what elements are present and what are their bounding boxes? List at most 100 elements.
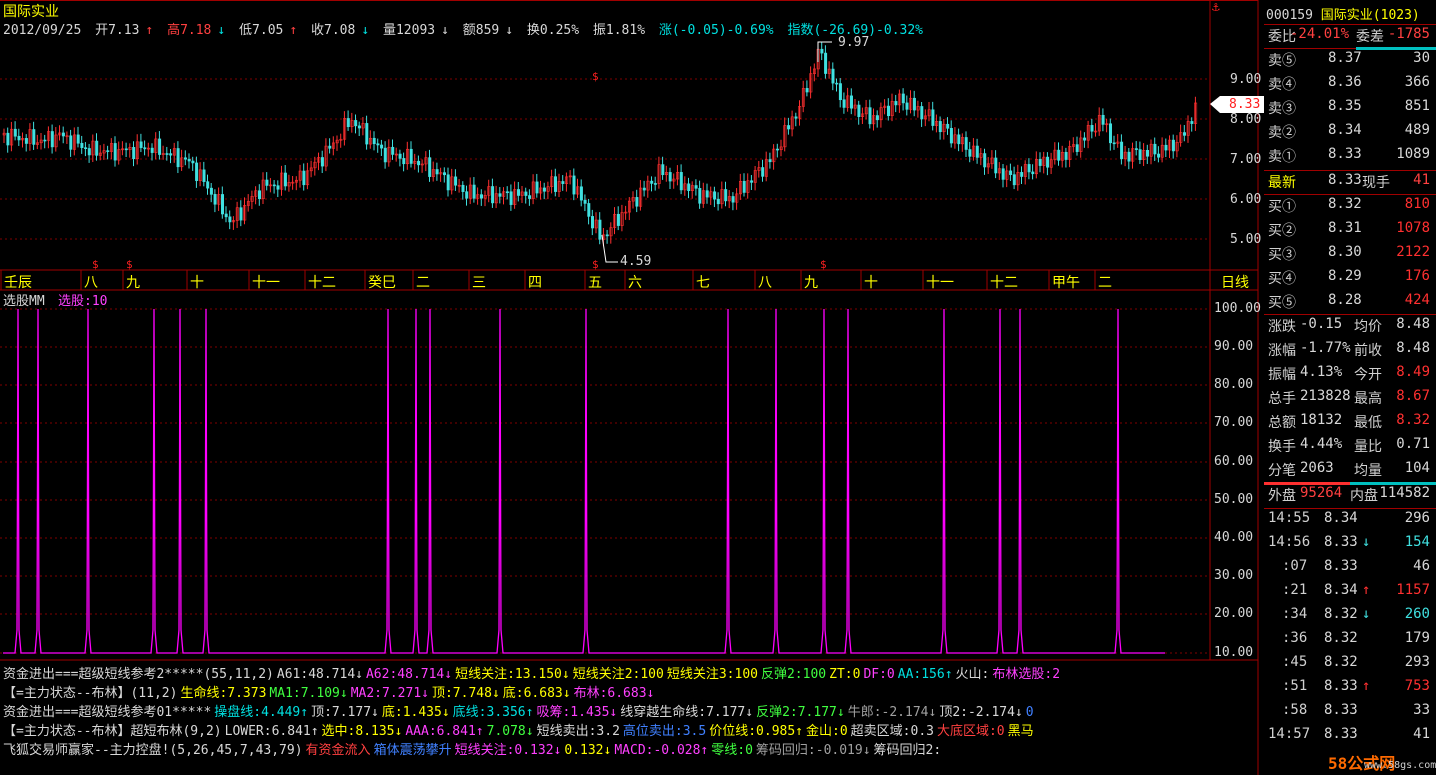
candle-body [668, 172, 672, 182]
formula-item: 顶2:-2.174↓ [939, 705, 1023, 720]
month-label: 十二 [990, 275, 1018, 291]
candle-body [1046, 156, 1050, 168]
order-volume: 2122 [1396, 244, 1430, 260]
stat-row: 总额 18132 最低 8.32 [1264, 412, 1436, 436]
candle-body [516, 189, 520, 196]
candle-body [931, 109, 935, 126]
candle-body [428, 157, 432, 177]
candlestick-series [2, 42, 1198, 247]
candle-body [169, 153, 173, 156]
tick-volume: 41 [1413, 726, 1430, 742]
stat-row: 涨跌 -0.15 均价 8.48 [1264, 316, 1436, 340]
formula-item: 【=主力状态--布林】(11,2) [3, 686, 178, 701]
candle-body [1134, 148, 1138, 150]
candle-body [1057, 149, 1061, 161]
latest-label: 最新 [1268, 175, 1296, 191]
order-label: 买⑤ [1268, 295, 1296, 311]
order-label: 买④ [1268, 271, 1296, 287]
tick-time: :58 [1282, 702, 1308, 718]
tick-row: :36 8.32 179 [1264, 630, 1436, 654]
order-price: 8.32 [1328, 196, 1362, 212]
candle-body [842, 99, 846, 108]
candle-body [835, 82, 839, 85]
candle-body [1127, 151, 1131, 162]
candle-body [1146, 149, 1150, 157]
tick-price: 8.33 [1324, 534, 1358, 550]
candle-body [276, 185, 280, 190]
order-price: 8.37 [1328, 50, 1362, 66]
candle-body [1101, 114, 1105, 125]
candle-body [1120, 141, 1124, 160]
indicator-value: 选股:10 [58, 294, 108, 309]
candle-body [849, 95, 853, 109]
candle-body [80, 142, 84, 149]
candle-body [1012, 174, 1016, 186]
candle-body [650, 180, 654, 184]
tick-time: :21 [1282, 582, 1308, 598]
stat-label: 最低 [1354, 415, 1382, 431]
candle-body [716, 198, 720, 205]
candle-body [905, 102, 909, 110]
tick-row: :58 8.33 33 [1264, 702, 1436, 726]
month-label: 二 [416, 275, 430, 291]
stat-label: 今开 [1354, 367, 1382, 383]
candle-body [583, 199, 587, 204]
candle-body [328, 145, 332, 149]
candle-body [794, 116, 798, 119]
order-label: 买③ [1268, 247, 1296, 263]
month-label: 八 [84, 275, 98, 291]
hand-value: 41 [1413, 172, 1430, 188]
indicator-axis-label: 80.00 [1214, 377, 1254, 392]
candle-body [257, 190, 261, 199]
formula-item: 底:6.683↓ [502, 686, 571, 701]
marker-icon: $ [92, 258, 99, 271]
formula-item: 价位线:0.985↑ [709, 724, 804, 739]
candle-body [687, 183, 691, 191]
candle-body [1138, 149, 1142, 160]
stat-label: 分笔 [1268, 463, 1296, 479]
stat-label: 前收 [1354, 343, 1382, 359]
candle-body [1090, 125, 1094, 132]
order-row: 买③ 8.30 2122 [1264, 244, 1436, 268]
period-label[interactable]: 日线 [1221, 272, 1249, 292]
chart-area[interactable]: $ $ $ $ $ ⚓ [0, 0, 1264, 775]
formula-item: 0 [1025, 705, 1034, 720]
tick-arrow-icon: ↑ [1362, 582, 1371, 598]
order-label: 卖① [1268, 149, 1296, 165]
formula-item: 反弹2:100 [760, 667, 827, 682]
candle-body [1009, 170, 1013, 175]
candle-body [372, 137, 376, 145]
order-volume: 424 [1404, 292, 1430, 308]
candle-body [150, 147, 154, 153]
low-label: 4.59 [620, 254, 652, 269]
candle-body [84, 147, 88, 150]
marker-icon: $ [592, 258, 599, 271]
tick-row: :45 8.32 293 [1264, 654, 1436, 678]
indicator-axis-label: 60.00 [1214, 454, 1254, 469]
candle-body [206, 181, 210, 189]
candle-body [535, 181, 539, 194]
candle-body [143, 147, 147, 150]
stat-value: 18132 [1300, 412, 1343, 428]
stock-name: 国际实业(1023) [1320, 8, 1420, 23]
candle-body [731, 196, 735, 203]
indicator-line [3, 308, 1165, 654]
candle-body [24, 138, 28, 144]
candle-body [561, 181, 565, 184]
formula-item: 资金进出===超级短线参考2*****(55,11,2) [3, 667, 274, 682]
formula-item: 布林:6.683↓ [573, 686, 655, 701]
formula-item: 短线关注:0.132↓ [454, 743, 562, 758]
month-label: 八 [758, 275, 772, 291]
candle-body [402, 158, 406, 165]
marker-icon: $ [126, 258, 133, 271]
marker-icon: $ [820, 258, 827, 271]
candle-body [124, 148, 128, 151]
order-volume: 851 [1404, 98, 1430, 114]
candle-body [13, 128, 17, 137]
tick-price: 8.34 [1324, 582, 1358, 598]
candle-body [465, 191, 469, 199]
candle-body [417, 160, 421, 166]
candle-body [938, 121, 942, 133]
tick-volume: 260 [1404, 606, 1430, 622]
month-label: 十二 [308, 275, 336, 291]
